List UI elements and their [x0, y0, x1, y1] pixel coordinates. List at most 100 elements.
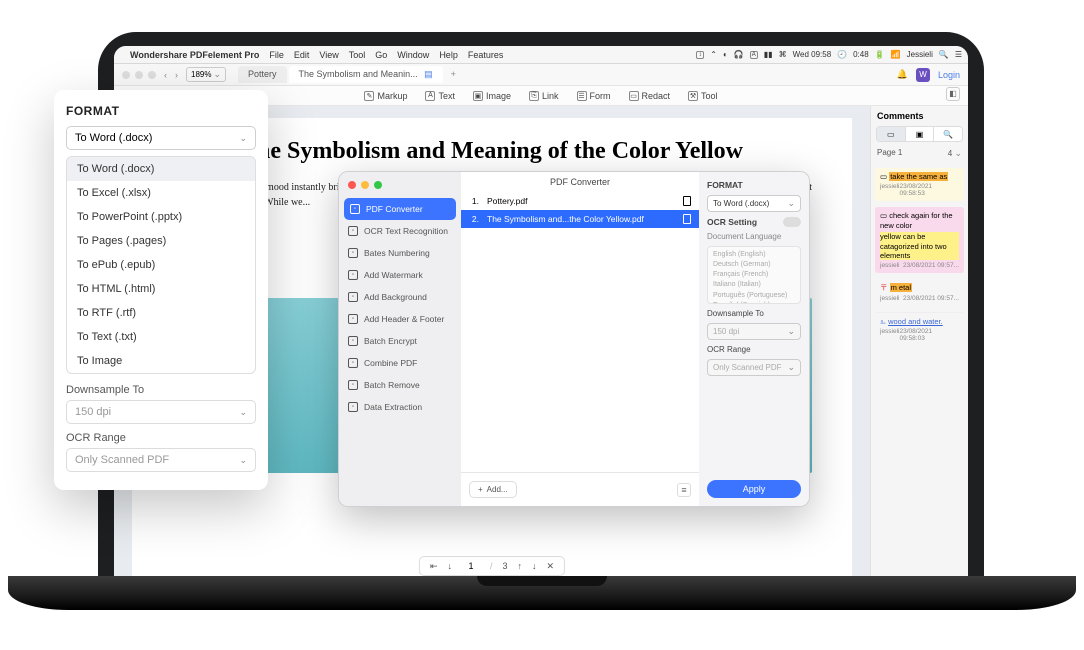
- dialog-nav-item[interactable]: ▫Add Background: [339, 286, 461, 308]
- dialog-file-row[interactable]: 2.The Symbolism and...the Color Yellow.p…: [461, 210, 699, 228]
- comments-tab-image-icon[interactable]: ▣: [906, 127, 935, 141]
- dialog-file-row[interactable]: 1.Pottery.pdf: [461, 192, 699, 210]
- downsample-label: Downsample To: [707, 309, 801, 318]
- dialog-nav-item[interactable]: ▫OCR Text Recognition: [339, 220, 461, 242]
- format-option[interactable]: To HTML (.html): [67, 277, 255, 301]
- dialog-nav-item[interactable]: ▫Combine PDF: [339, 352, 461, 374]
- dialog-nav-item[interactable]: ▫Batch Encrypt: [339, 330, 461, 352]
- dialog-nav-item[interactable]: ▫Bates Numbering: [339, 242, 461, 264]
- format-option[interactable]: To Word (.docx): [67, 157, 255, 181]
- dialog-nav-item[interactable]: ▫Data Extraction: [339, 396, 461, 418]
- comment-item[interactable]: ▭ take the same as jessieli23/08/2021 09…: [875, 168, 964, 201]
- nav-item-icon: ▫: [348, 380, 358, 390]
- status-search-icon[interactable]: 🔍: [939, 50, 949, 59]
- nav-close-icon[interactable]: ✕: [547, 561, 555, 572]
- login-button[interactable]: Login: [938, 70, 960, 80]
- list-menu-icon[interactable]: ≡: [677, 483, 691, 497]
- nav-prev-icon[interactable]: ↓: [447, 561, 452, 571]
- language-option[interactable]: Deutsch (German): [713, 260, 795, 270]
- menu-window[interactable]: Window: [397, 50, 429, 60]
- menu-edit[interactable]: Edit: [294, 50, 310, 60]
- nav-item-icon: ▫: [348, 270, 358, 280]
- format-option[interactable]: To Text (.txt): [67, 325, 255, 349]
- menu-go[interactable]: Go: [375, 50, 387, 60]
- tool-link[interactable]: ⎘Link: [529, 91, 559, 101]
- popover-ocrrange-select[interactable]: Only Scanned PDF⌄: [66, 448, 256, 472]
- comments-tab-note-icon[interactable]: ▭: [877, 127, 906, 141]
- nav-last-icon[interactable]: ↓: [532, 561, 537, 571]
- format-option[interactable]: To ePub (.epub): [67, 253, 255, 277]
- add-button[interactable]: +Add...: [469, 481, 517, 498]
- dialog-options: FORMAT To Word (.docx)⌄ OCR Setting Docu…: [699, 172, 809, 506]
- page-navigator: ⇤ ↓ / 3 ↑ ↓ ✕: [419, 556, 565, 576]
- popover-downsample-select[interactable]: 150 dpi⌄: [66, 400, 256, 424]
- status-time: Wed 09:58: [793, 50, 832, 59]
- doc-title: The Symbolism and Meaning of the Color Y…: [172, 136, 812, 166]
- status-user[interactable]: Jessieli: [907, 50, 933, 59]
- menu-view[interactable]: View: [319, 50, 338, 60]
- tool-image[interactable]: ▣Image: [473, 91, 511, 101]
- format-option[interactable]: To Pages (.pages): [67, 229, 255, 253]
- file-icon: [683, 196, 691, 206]
- tab-add[interactable]: +: [445, 66, 462, 83]
- mac-menubar: Wondershare PDFelement Pro File Edit Vie…: [114, 46, 968, 64]
- panel-toggle-icon[interactable]: ◧: [946, 87, 960, 101]
- format-option[interactable]: To RTF (.rtf): [67, 301, 255, 325]
- format-option[interactable]: To Excel (.xlsx): [67, 181, 255, 205]
- text-icon: A: [425, 91, 435, 101]
- downsample-select[interactable]: 150 dpi⌄: [707, 323, 801, 340]
- comment-item[interactable]: 〒 m etal jessieli23/08/2021 09:57...: [875, 279, 964, 305]
- comment-item[interactable]: ⎁ wood and water. jessieli23/08/2021 09:…: [875, 312, 964, 346]
- ocr-toggle[interactable]: [783, 217, 801, 227]
- language-option[interactable]: English (English): [713, 250, 795, 260]
- status-batt-time: 0:48: [853, 50, 869, 59]
- menu-help[interactable]: Help: [439, 50, 458, 60]
- comments-tab-search-icon[interactable]: 🔍: [934, 127, 962, 141]
- status-net-icon: ↕: [696, 51, 704, 59]
- tab-symbolism[interactable]: The Symbolism and Meanin... ▤: [289, 66, 443, 83]
- format-current-select[interactable]: To Word (.docx)⌄: [66, 126, 256, 150]
- language-option[interactable]: Português (Portuguese): [713, 291, 795, 301]
- chevron-down-icon[interactable]: ⌄: [954, 148, 962, 158]
- dialog-nav-item[interactable]: ▫Add Watermark: [339, 264, 461, 286]
- tab-pottery[interactable]: Pottery: [238, 66, 287, 83]
- format-label: FORMAT: [707, 180, 801, 190]
- nav-next-icon[interactable]: ↑: [518, 561, 523, 571]
- zoom-field[interactable]: 189%⌄: [186, 67, 226, 82]
- comment-item[interactable]: ▭ check again for the new color yellow c…: [875, 207, 964, 273]
- menu-file[interactable]: File: [269, 50, 284, 60]
- underline-icon: ⎁: [880, 317, 886, 326]
- dialog-traffic-lights[interactable]: [339, 178, 461, 198]
- app-name[interactable]: Wondershare PDFelement Pro: [130, 50, 259, 60]
- status-battery-icon: ▮▮: [764, 50, 773, 59]
- tool-tool[interactable]: ⚒Tool: [688, 91, 718, 101]
- status-headphone-icon: 🎧: [734, 50, 744, 59]
- format-select[interactable]: To Word (.docx)⌄: [707, 195, 801, 212]
- page-current-input[interactable]: [462, 561, 480, 571]
- tool-markup[interactable]: ✎Markup: [364, 91, 407, 101]
- language-option[interactable]: Français (French): [713, 270, 795, 280]
- apply-button[interactable]: Apply: [707, 480, 801, 498]
- format-option[interactable]: To Image: [67, 349, 255, 373]
- tool-form[interactable]: ☰Form: [577, 91, 611, 101]
- language-option[interactable]: Español (Spanish): [713, 301, 795, 304]
- dialog-nav-item[interactable]: ▫Add Header & Footer: [339, 308, 461, 330]
- status-menu-icon[interactable]: ☰: [955, 50, 962, 59]
- nav-fwd-icon[interactable]: ›: [175, 70, 178, 80]
- nav-first-icon[interactable]: ⇤: [430, 561, 438, 572]
- language-list[interactable]: English (English)Deutsch (German)Françai…: [707, 246, 801, 304]
- bell-icon[interactable]: 🔔: [897, 69, 908, 80]
- menu-tool[interactable]: Tool: [349, 50, 366, 60]
- nav-item-icon: ▫: [348, 402, 358, 412]
- nav-back-icon[interactable]: ‹: [164, 70, 167, 80]
- tool-text[interactable]: AText: [425, 91, 455, 101]
- language-option[interactable]: Italiano (Italian): [713, 280, 795, 290]
- format-option[interactable]: To PowerPoint (.pptx): [67, 205, 255, 229]
- image-icon: ▣: [473, 91, 483, 101]
- ocrrange-select[interactable]: Only Scanned PDF⌄: [707, 359, 801, 376]
- dialog-nav-item[interactable]: ▫PDF Converter: [344, 198, 456, 220]
- traffic-lights[interactable]: [122, 71, 156, 79]
- menu-features[interactable]: Features: [468, 50, 504, 60]
- dialog-nav-item[interactable]: ▫Batch Remove: [339, 374, 461, 396]
- tool-redact[interactable]: ▭Redact: [629, 91, 671, 101]
